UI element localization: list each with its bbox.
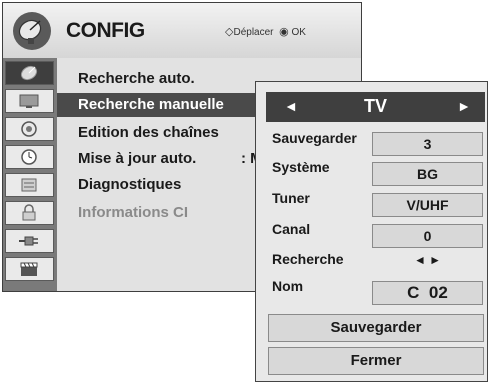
field-label-system: Système	[272, 159, 330, 175]
clapper-icon	[20, 262, 38, 276]
field-label-name: Nom	[272, 278, 304, 294]
move-hint-label: Déplacer	[233, 27, 274, 38]
screen-icon	[19, 94, 39, 108]
padlock-icon	[22, 204, 36, 221]
navigation-hint: ◇Déplacer ◉ OK	[225, 25, 306, 38]
field-label-search: Recherche	[272, 251, 344, 267]
mode-title: TV	[363, 96, 387, 116]
category-sidebar	[3, 58, 57, 291]
field-label-save: Sauvegarder	[272, 130, 357, 146]
menu-item-label: Recherche manuelle	[78, 96, 224, 113]
channel-field[interactable]: 0	[372, 224, 483, 248]
sidebar-item-lock[interactable]	[5, 201, 54, 225]
sidebar-item-input[interactable]	[5, 229, 54, 253]
name-field[interactable]: C 02	[372, 281, 483, 305]
menu-item-label: Mise à jour auto.	[78, 150, 197, 167]
system-field[interactable]: BG	[372, 162, 483, 186]
sidebar-item-movie[interactable]	[5, 257, 54, 281]
dish-icon	[20, 65, 38, 81]
clock-icon	[21, 149, 37, 165]
menu-item-label: Diagnostiques	[78, 176, 182, 193]
sidebar-item-picture[interactable]	[5, 89, 54, 113]
manual-search-dialog: ◄ TV ► Sauvegarder 3 Système BG Tuner V/…	[255, 81, 488, 382]
save-button[interactable]: Sauvegarder	[268, 314, 484, 342]
menu-item-label: Informations CI	[78, 204, 189, 221]
menu-item-label: Recherche auto.	[78, 70, 195, 87]
field-label-channel: Canal	[272, 221, 311, 237]
sidebar-item-lock-list[interactable]	[5, 173, 54, 197]
sidebar-item-time[interactable]	[5, 145, 54, 169]
field-label-tuner: Tuner	[272, 190, 310, 206]
mode-selector[interactable]: ◄ TV ►	[266, 92, 485, 122]
right-arrow-icon[interactable]: ►	[457, 98, 471, 114]
speaker-icon	[21, 121, 37, 137]
close-button[interactable]: Fermer	[268, 347, 484, 375]
search-arrows-control[interactable]: ◄ ►	[372, 253, 483, 267]
satellite-dish-icon	[13, 12, 51, 50]
page-title: CONFIG	[66, 19, 145, 42]
ok-hint-label: OK	[291, 27, 306, 38]
tuner-field[interactable]: V/UHF	[372, 193, 483, 217]
plug-icon	[19, 236, 38, 246]
config-header: CONFIG ◇Déplacer ◉ OK	[3, 3, 361, 58]
lock-list-icon	[21, 178, 37, 192]
sidebar-item-setup[interactable]	[5, 61, 54, 85]
sidebar-item-audio[interactable]	[5, 117, 54, 141]
save-position-field[interactable]: 3	[372, 132, 483, 156]
menu-item-label: Edition des chaînes	[78, 124, 219, 141]
ok-button-icon: ◉	[279, 26, 289, 38]
